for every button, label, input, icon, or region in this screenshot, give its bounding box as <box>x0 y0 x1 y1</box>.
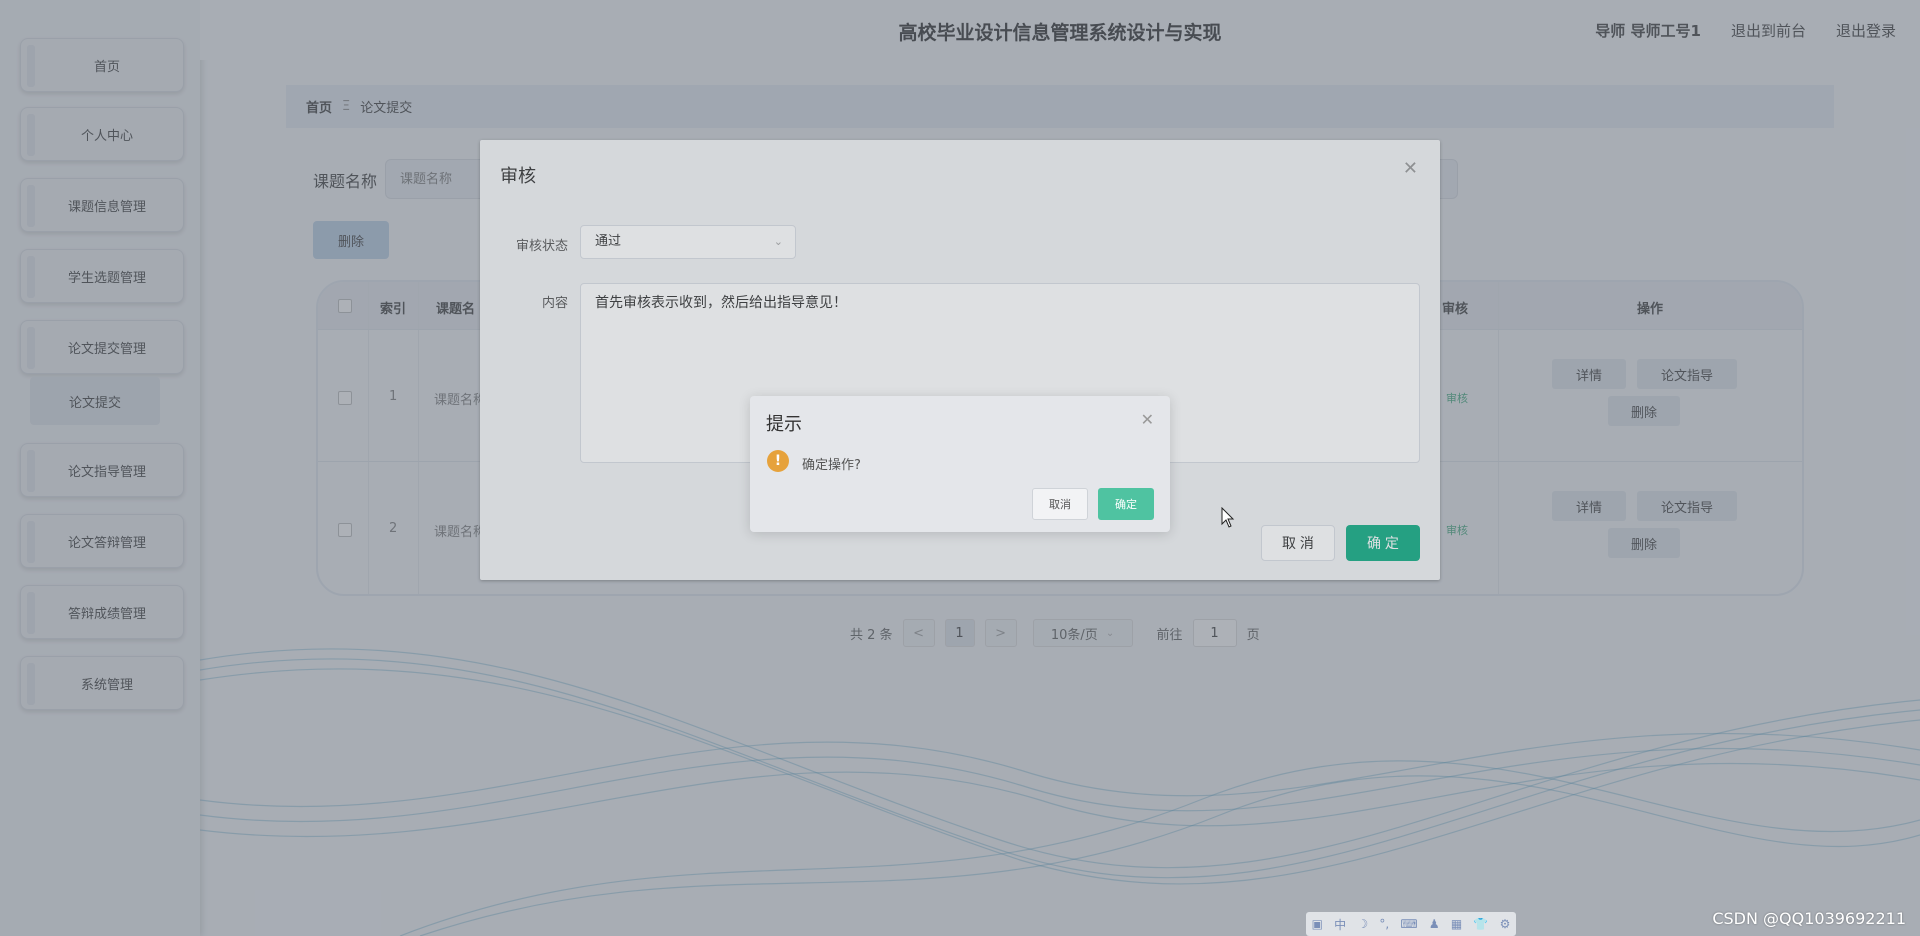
message-box-confirm-button[interactable]: 确定 <box>1098 488 1154 520</box>
skin-icon: ♟ <box>1428 917 1440 931</box>
grid-icon: ▦ <box>1450 917 1463 931</box>
shirt-icon: 👕 <box>1473 917 1489 931</box>
ime-logo-icon: ▣ <box>1311 917 1323 931</box>
keyboard-icon: ⌨ <box>1400 917 1418 931</box>
punctuation-icon: °, <box>1379 917 1390 931</box>
watermark: CSDN @QQ1039692211 <box>1712 909 1906 928</box>
message-box-cancel-button[interactable]: 取消 <box>1032 488 1088 520</box>
message-box-text: 确定操作? <box>802 458 861 473</box>
ime-mode-icon: 中 <box>1334 917 1347 932</box>
moon-icon: ☽ <box>1357 917 1369 931</box>
close-icon[interactable]: ✕ <box>1141 410 1154 429</box>
ime-toolbar[interactable]: ▣ 中 ☽ °, ⌨ ♟ ▦ 👕 ⚙ <box>1306 912 1516 936</box>
gear-icon: ⚙ <box>1499 917 1511 931</box>
message-box-title: 提示 <box>766 414 802 435</box>
mouse-cursor-icon <box>1221 507 1235 528</box>
confirm-message-box: 提示 ✕ ! 确定操作? 取消 确定 <box>750 396 1170 532</box>
warning-icon: ! <box>767 450 789 472</box>
